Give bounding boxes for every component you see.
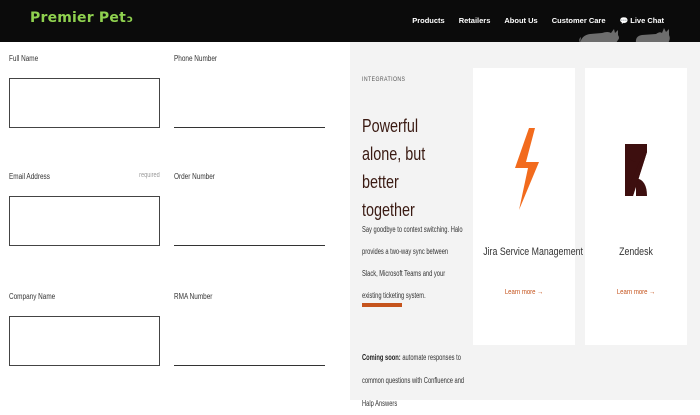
full-name-input[interactable] xyxy=(9,78,160,128)
nav-live-chat-label: Live Chat xyxy=(630,16,664,25)
company-input[interactable] xyxy=(9,316,160,366)
brand-logo[interactable]: Premier Petɔ xyxy=(30,10,133,26)
lightning-bolt-icon xyxy=(515,128,539,210)
nav-live-chat[interactable]: 💬 Live Chat xyxy=(620,16,664,25)
full-name-field: Full Name xyxy=(9,54,160,134)
brand-name: Premier Pet xyxy=(30,10,126,26)
section-kicker: INTEGRATIONS xyxy=(362,76,406,83)
learn-more-link[interactable]: Learn more → xyxy=(595,287,677,296)
coming-soon-note: Coming soon: automate responses to commo… xyxy=(362,346,470,415)
order-number-label: Order Number xyxy=(174,172,215,181)
nav-retailers[interactable]: Retailers xyxy=(459,16,491,25)
cat-silhouette-icon xyxy=(579,29,619,43)
chat-bubbles-icon: 💬 xyxy=(619,18,629,25)
contact-form: Full Name Phone Number Email Address req… xyxy=(0,42,350,400)
section-headline: Powerful alone, but better together xyxy=(362,116,426,220)
rma-field: RMA Number xyxy=(174,292,325,372)
rma-input[interactable] xyxy=(174,316,325,366)
cat-silhouette-icon xyxy=(635,28,670,43)
phone-input[interactable] xyxy=(174,78,325,128)
company-field: Company Name xyxy=(9,292,160,372)
learn-more-link[interactable]: Learn more → xyxy=(483,287,565,296)
email-label: Email Address xyxy=(9,172,50,181)
brand-swirl-icon: ɔ xyxy=(126,14,134,25)
order-number-field: Order Number xyxy=(174,172,325,252)
company-label: Company Name xyxy=(9,292,56,301)
integrations-panel: INTEGRATIONS Powerful alone, but better … xyxy=(350,42,700,408)
main-nav: Products Retailers About Us Customer Car… xyxy=(412,16,664,25)
top-nav-bar: Premier Petɔ Products Retailers About Us… xyxy=(0,0,700,43)
rma-label: RMA Number xyxy=(174,292,213,301)
section-description: Say goodbye to context switching. Halo p… xyxy=(362,225,463,300)
phone-field: Phone Number xyxy=(174,54,325,134)
integration-card-jira[interactable]: Jira Service Management Learn more → xyxy=(473,68,583,345)
integration-name: Jira Service Management xyxy=(483,246,583,258)
required-indicator: required xyxy=(139,172,160,179)
phone-label: Phone Number xyxy=(174,54,218,63)
email-input[interactable] xyxy=(9,196,160,246)
email-field: Email Address required xyxy=(9,172,160,252)
integration-card-zendesk[interactable]: Zendesk Learn more → xyxy=(585,68,687,345)
accent-divider xyxy=(362,303,402,307)
full-name-label: Full Name xyxy=(9,54,39,63)
order-number-input[interactable] xyxy=(174,196,325,246)
integration-name: Zendesk xyxy=(619,246,653,258)
zendesk-logo-icon xyxy=(625,144,647,196)
nav-products[interactable]: Products xyxy=(412,16,445,25)
coming-soon-label: Coming soon: xyxy=(362,353,401,362)
nav-customer-care[interactable]: Customer Care xyxy=(552,16,606,25)
nav-about-us[interactable]: About Us xyxy=(504,16,537,25)
